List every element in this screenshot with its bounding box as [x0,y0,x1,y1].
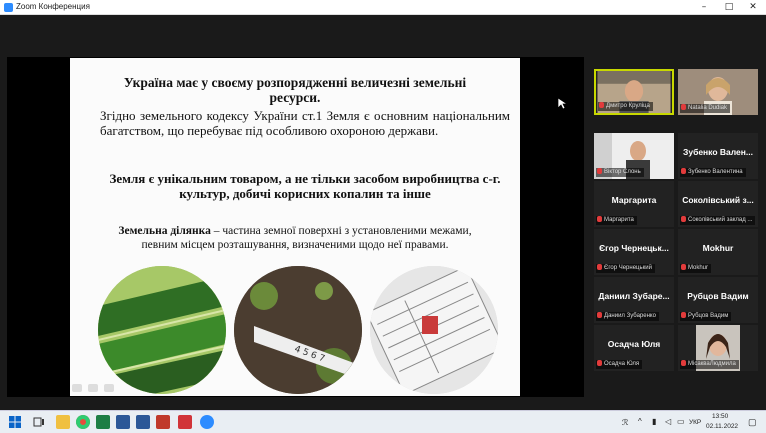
maximize-button[interactable]: □ [722,1,736,13]
windows-taskbar: ℛ ^ ▮ ◁ ▭ УКР 13:50 02.11.2022 ▢ [0,410,766,433]
participant-label: Дмитро Круліца [598,102,653,111]
network-icon[interactable]: ▮ [652,417,656,426]
tray-chevron-icon[interactable]: ^ [638,417,642,426]
participant-tile[interactable]: Рубцов Вадим Рубцов Вадим [678,277,758,323]
mic-muted-icon [597,264,602,271]
participant-tile[interactable]: Єгор Чернецьк... Єгор Чернецький [594,229,674,275]
clock-time[interactable]: 13:50 [712,413,728,420]
windows-start-icon[interactable] [8,415,22,429]
mic-muted-icon [681,216,686,223]
participant-name: Маргарита [611,195,657,205]
participant-tile[interactable]: Соколівський з... Соколівський заклад ..… [678,181,758,227]
mic-muted-icon [599,102,604,109]
slide-definition: Земельна ділянка – частина земної поверх… [110,224,480,252]
participant-tile[interactable]: Маргарита Маргарита [594,181,674,227]
soil-measure-tape-image: 4 5 6 7 [234,266,362,394]
mic-muted-icon [681,168,686,175]
zoom-app-icon [4,3,13,12]
participant-name: Зубенко Вален... [683,147,753,157]
mic-muted-icon [597,360,602,367]
mouse-cursor-icon [558,98,568,110]
participant-tile[interactable]: Зубенко Вален... Зубенко Валентина [678,133,758,179]
participant-name: Єгор Чернецьк... [599,243,669,253]
participant-name: Даниил Зубаре... [598,291,670,301]
participant-tile[interactable]: Осадча Юля Осадча Юля [594,325,674,371]
window-title: Zoom Конференция [16,2,90,11]
mic-muted-icon [597,168,602,175]
participant-name: Рубцов Вадим [687,291,749,301]
participant-name: Осадча Юля [607,339,661,349]
slide-nav-controls[interactable] [72,379,132,393]
participant-label: Осадча Юля [596,360,643,369]
pdf-reader-icon[interactable] [178,415,192,429]
participant-label: МісакваЛюдмила [680,360,739,369]
powerpoint-icon[interactable] [156,415,170,429]
volume-icon[interactable]: ◁ [665,417,671,426]
excel-icon[interactable] [96,415,110,429]
participant-label: Маргарита [596,216,637,225]
mic-muted-icon [681,312,686,319]
participant-tile[interactable]: МісакваЛюдмила [678,325,758,371]
field-aerial-image [98,266,226,394]
word-icon[interactable] [116,415,130,429]
participant-tile[interactable]: Даниил Зубаре... Даниил Зубаренко [594,277,674,323]
window-titlebar: Zoom Конференция – □ ✕ [0,0,766,15]
battery-icon[interactable]: ▭ [677,417,685,426]
participant-label: Соколівський заклад ... [680,216,756,225]
zoom-taskbar-icon[interactable] [200,415,214,429]
slide-heading-2: Земля є унікальним товаром, а не тільки … [109,171,501,201]
clock-date[interactable]: 02.11.2022 [706,423,738,430]
mic-muted-icon [681,264,686,271]
notifications-icon[interactable]: ▢ [748,417,757,428]
language-indicator[interactable]: УКР [689,419,701,426]
participant-tile[interactable]: Mokhur Mokhur [678,229,758,275]
meeting-stage: Україна має у своєму розпорядженні велич… [0,15,766,410]
minimize-button[interactable]: – [697,1,711,13]
chrome-icon[interactable] [76,415,90,429]
participant-name: Соколівський з... [682,195,754,205]
participant-label: Рубцов Вадим [680,312,732,321]
participant-tile[interactable]: Natalia Dudiak [678,69,758,115]
participant-label: Єгор Чернецький [596,264,655,273]
land-document-image [370,266,498,394]
mic-muted-icon [681,360,686,367]
participant-label: Natalia Dudiak [680,104,731,113]
presentation-slide: Україна має у своєму розпорядженні велич… [70,58,520,396]
close-button[interactable]: ✕ [746,1,760,13]
mic-muted-icon [597,216,602,223]
word-icon[interactable] [136,415,150,429]
participant-label: Віктор Слонь [596,168,644,177]
participant-label: Mokhur [680,264,712,273]
participant-label: Даниил Зубаренко [596,312,659,321]
task-view-icon[interactable] [32,415,46,429]
participant-name: Mokhur [702,243,734,253]
file-explorer-icon[interactable] [56,415,70,429]
mic-muted-icon [681,104,686,111]
participant-label: Зубенко Валентина [680,168,746,177]
people-icon[interactable]: ℛ [622,418,628,427]
slide-paragraph-1: Згідно земельного кодексу України ст.1 З… [100,108,510,138]
slide-term: Земельна ділянка [118,225,211,237]
participant-tile[interactable]: Дмитро Круліца [594,69,674,115]
participant-tile[interactable]: Віктор Слонь [594,133,674,179]
mic-muted-icon [597,312,602,319]
slide-heading-1: Україна має у своєму розпорядженні велич… [123,75,467,105]
